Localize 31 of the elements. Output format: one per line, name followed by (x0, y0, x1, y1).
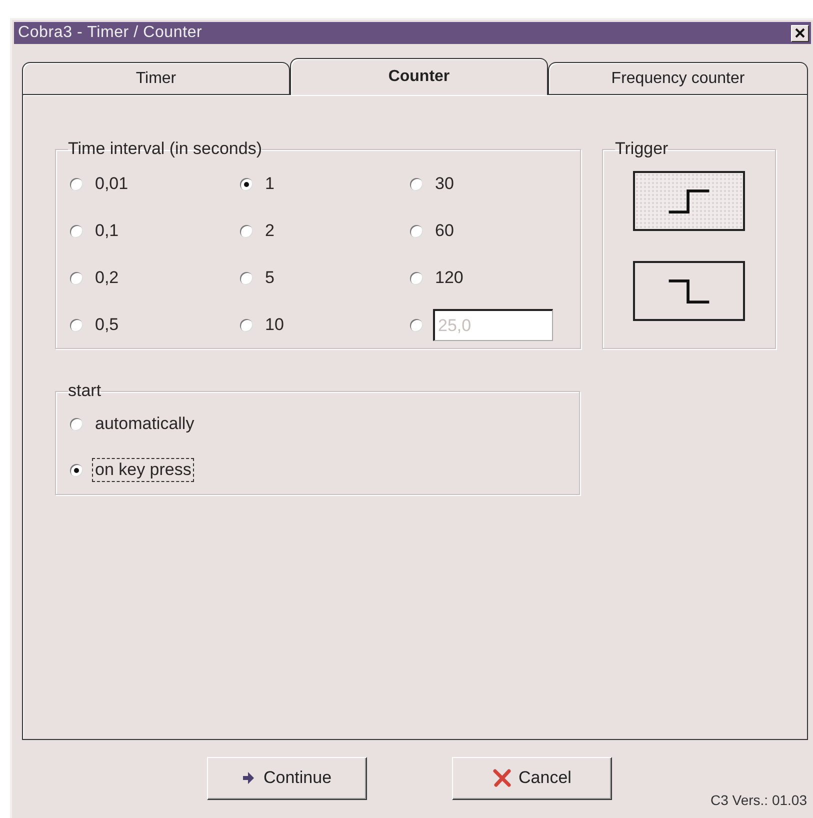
group-legend: Time interval (in seconds) (68, 139, 262, 159)
radio-button[interactable]: 2 (240, 220, 276, 242)
radio-button[interactable]: 1 (240, 173, 276, 195)
cancel-icon (492, 769, 511, 787)
close-button[interactable] (791, 24, 809, 42)
continue-button[interactable]: Continue (207, 756, 367, 800)
radio-button[interactable]: automatically (70, 413, 196, 435)
window-title: Cobra3 - Timer / Counter (18, 24, 202, 42)
cancel-button[interactable]: Cancel (452, 756, 612, 800)
tab[interactable]: Frequency counter (548, 62, 808, 94)
falling-edge-icon (666, 278, 712, 304)
radio-button[interactable]: 0,1 (70, 220, 121, 242)
radio-button[interactable]: on key press (70, 459, 194, 481)
radio-button[interactable]: 0,01 (70, 173, 130, 195)
tab[interactable]: Timer (22, 62, 290, 94)
radio-button[interactable]: 0,5 (70, 314, 121, 336)
close-icon (795, 28, 805, 38)
tab[interactable]: Counter (290, 58, 548, 95)
radio-button[interactable]: 5 (240, 267, 276, 289)
arrow-icon (242, 772, 256, 784)
rising-edge-button[interactable] (633, 171, 745, 231)
version-label: C3 Vers.: 01.03 (710, 792, 807, 808)
group-legend: start (68, 381, 102, 401)
radio-button[interactable]: 120 (410, 267, 466, 289)
radio-button[interactable]: 60 (410, 220, 456, 242)
radio-button[interactable]: 10 (240, 314, 286, 336)
rising-edge-icon (666, 188, 712, 214)
group-legend: Trigger (615, 139, 668, 159)
radio-button[interactable]: 30 (410, 173, 456, 195)
radio-button[interactable]: 0,2 (70, 267, 121, 289)
falling-edge-button[interactable] (633, 261, 745, 321)
